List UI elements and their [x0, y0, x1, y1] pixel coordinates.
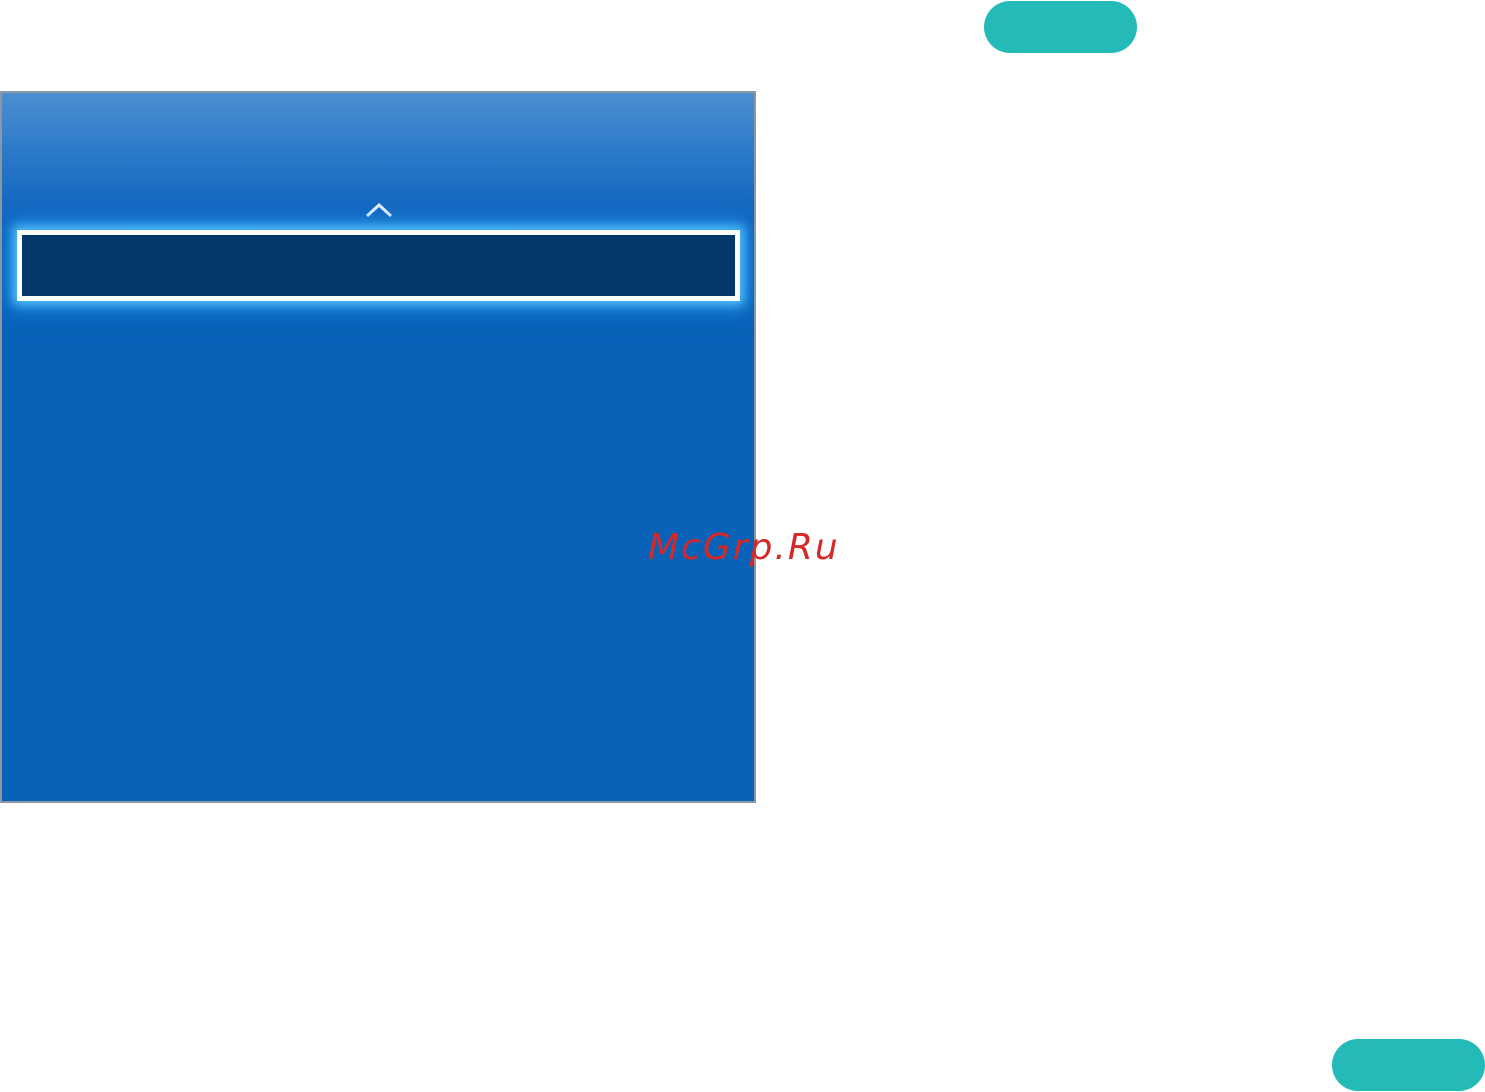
bottom-pill-marker — [1332, 1039, 1485, 1091]
chevron-up-icon — [365, 202, 393, 218]
top-pill-marker — [984, 1, 1137, 53]
scroll-up-button[interactable] — [361, 198, 397, 222]
selected-menu-item[interactable] — [17, 230, 740, 301]
tv-menu-panel — [0, 91, 756, 803]
watermark-text: McGrp.Ru — [648, 527, 840, 568]
